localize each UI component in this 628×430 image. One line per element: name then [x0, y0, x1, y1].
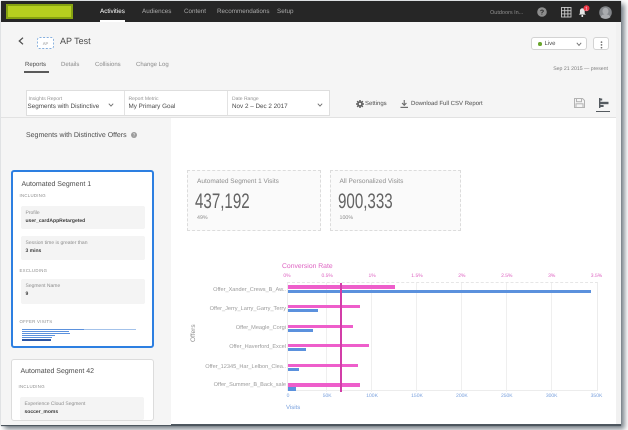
svg-text:AP: AP [43, 41, 49, 46]
svg-text:?: ? [540, 10, 544, 17]
svg-text:1: 1 [585, 6, 588, 12]
